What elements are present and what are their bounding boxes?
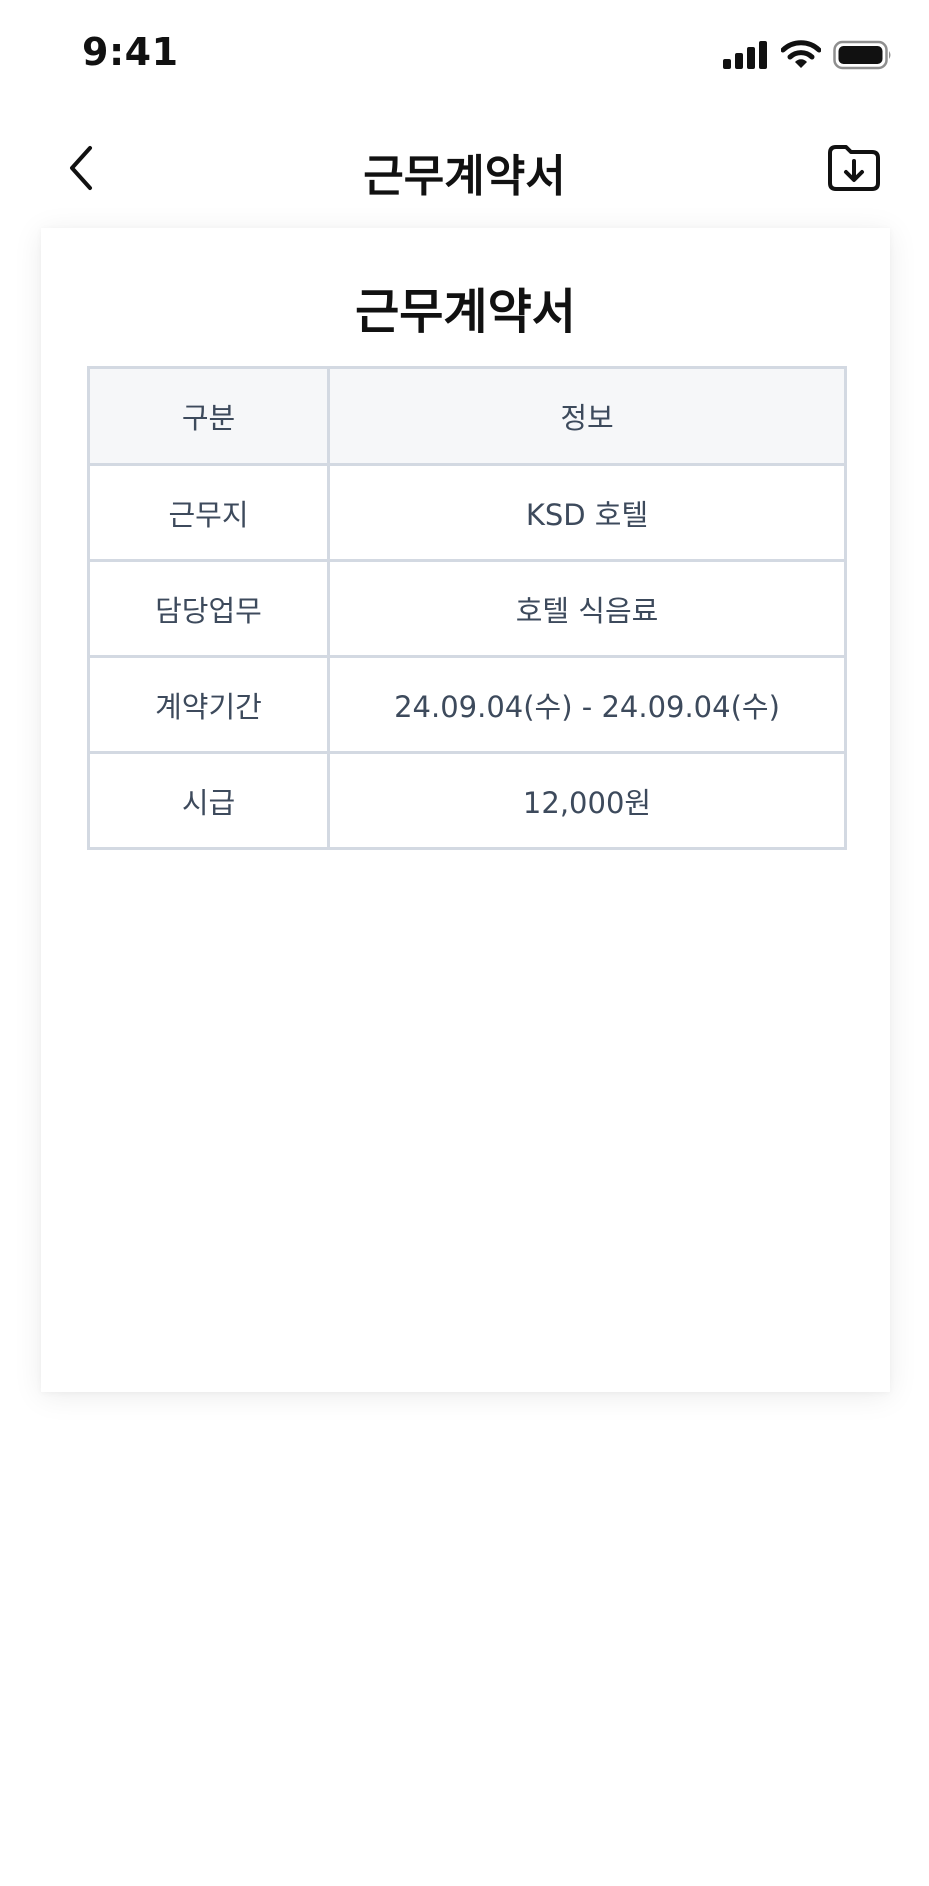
row-value: 12,000원 <box>327 751 847 850</box>
table-row-contract-period: 계약기간 24.09.04(수) - 24.09.04(수) <box>87 655 847 754</box>
download-button[interactable] <box>825 142 883 198</box>
row-label: 근무지 <box>87 463 330 562</box>
document-title: 근무계약서 <box>355 284 576 340</box>
status-bar: 9:41 <box>0 0 929 110</box>
row-value: KSD 호텔 <box>327 463 847 562</box>
row-value: 호텔 식음료 <box>327 559 847 658</box>
row-value: 24.09.04(수) - 24.09.04(수) <box>327 655 847 754</box>
contract-document: 근무계약서 구분 정보 근무지 KSD 호텔 담당업무 호텔 식음료 계약기간 … <box>41 228 890 1392</box>
row-label: 시급 <box>87 751 330 850</box>
row-label: 계약기간 <box>87 655 330 754</box>
page-title: 근무계약서 <box>363 151 566 202</box>
battery-icon <box>833 40 893 74</box>
contract-screen: 9:41 근무계약서 근무계약서 구분 정보 근무지 KSD 호텔 담당업무 호… <box>0 0 929 1886</box>
folder-download-icon <box>826 143 882 197</box>
cellular-signal-icon <box>723 41 769 73</box>
status-time: 9:41 <box>82 30 179 74</box>
row-label: 담당업무 <box>87 559 330 658</box>
status-icons <box>723 40 893 74</box>
wifi-icon <box>780 40 822 74</box>
table-header-row: 구분 정보 <box>87 366 847 466</box>
navigation-bar: 근무계약서 <box>0 110 929 230</box>
table-header-category: 구분 <box>87 366 330 466</box>
contract-info-table: 구분 정보 근무지 KSD 호텔 담당업무 호텔 식음료 계약기간 24.09.… <box>87 366 847 850</box>
table-row-duty: 담당업무 호텔 식음료 <box>87 559 847 658</box>
table-row-hourly-wage: 시급 12,000원 <box>87 751 847 850</box>
table-row-workplace: 근무지 KSD 호텔 <box>87 463 847 562</box>
table-header-info: 정보 <box>327 366 847 466</box>
